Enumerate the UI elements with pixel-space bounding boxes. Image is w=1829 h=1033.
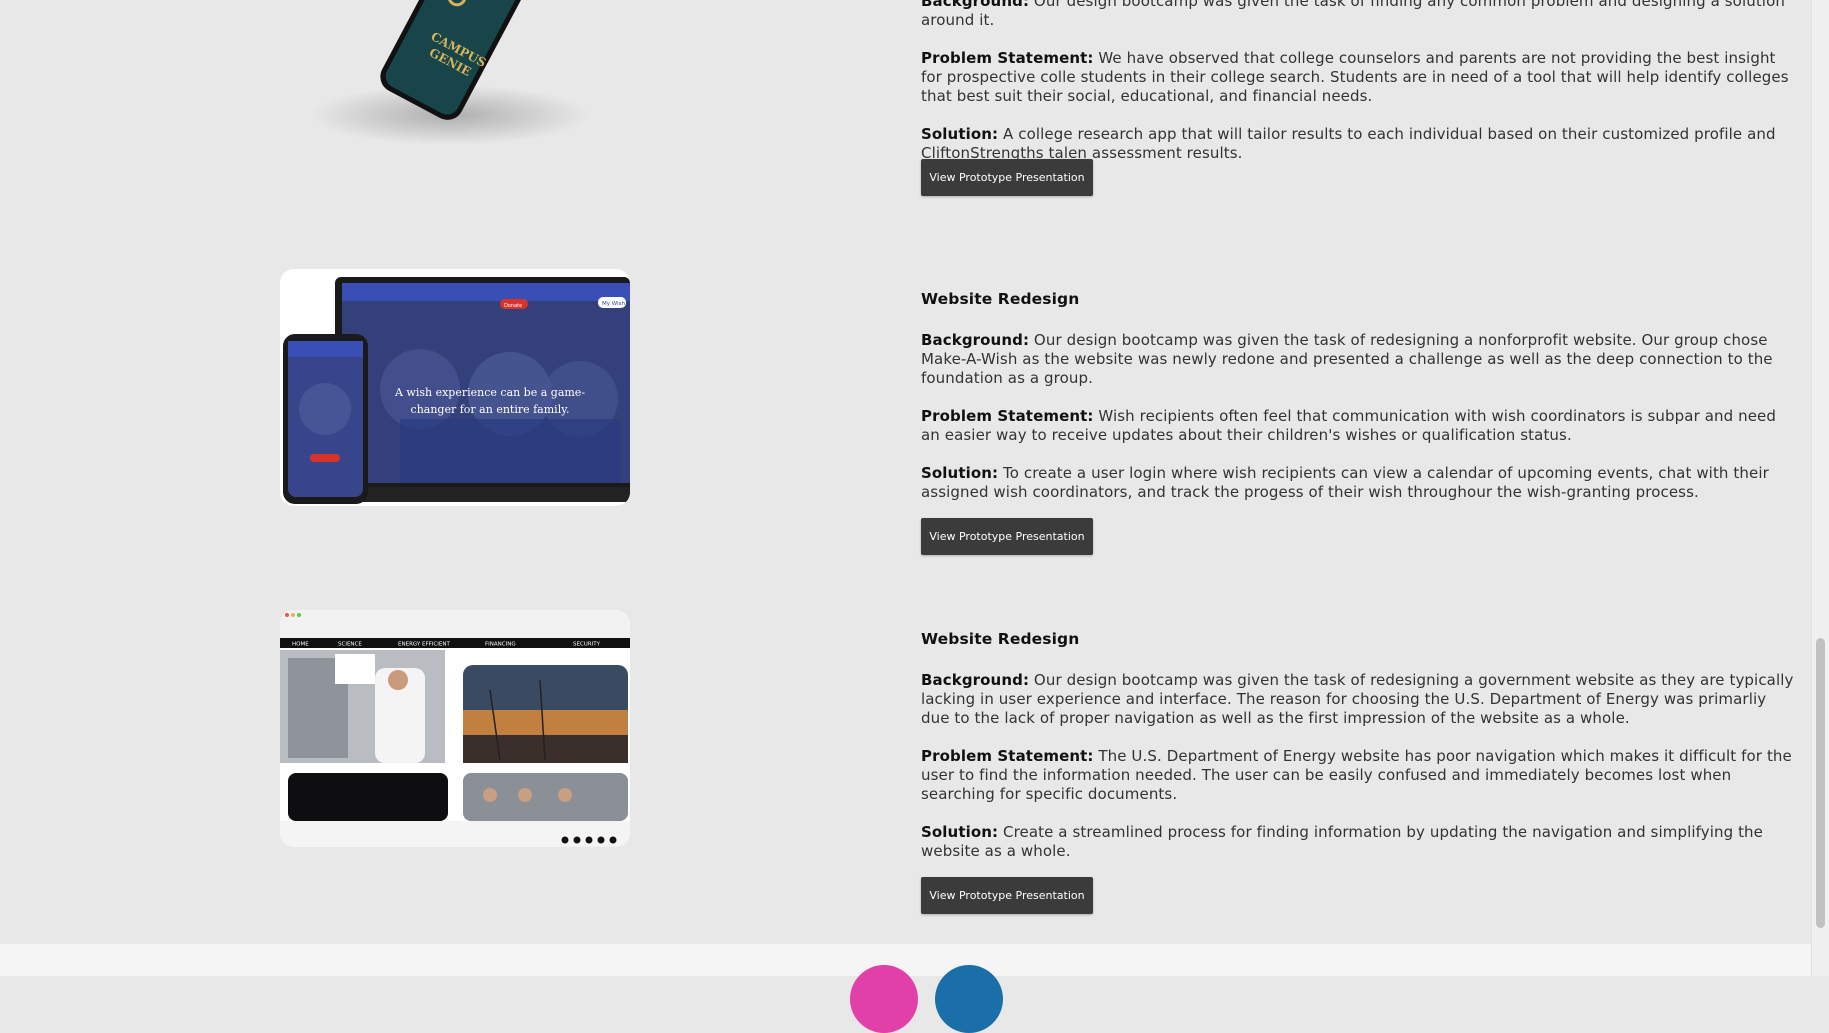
doe-nav-science: SCIENCE: [338, 642, 362, 648]
view-prototype-button-energy-gov[interactable]: View Prototype Presentation: [921, 877, 1093, 914]
footer: [0, 944, 1812, 976]
project-energy-gov-image: HOME SCIENCE ENERGY EFFICIENT FINANCING …: [280, 610, 630, 847]
scrollbar-thumb[interactable]: [1816, 638, 1825, 928]
doe-nav-financing: FINANCING: [485, 642, 516, 648]
project3-solution: Solution: Create a streamlined process f…: [921, 823, 1763, 860]
project2-background: Background: Our design bootcamp was give…: [921, 331, 1773, 387]
doe-nav-energy: ENERGY EFFICIENT: [398, 642, 450, 648]
portfolio-page: CAMPUS GENIE Background: Our design boot…: [0, 0, 1812, 1033]
project1-problem: Problem Statement: We have observed that…: [921, 49, 1789, 105]
project2-title: Website Redesign: [921, 290, 1080, 308]
project1-solution: Solution: A college research app that wi…: [921, 125, 1776, 162]
project3-description: Website Redesign Background: Our design …: [921, 630, 1794, 861]
page-scrollbar[interactable]: [1811, 0, 1829, 976]
project1-background: Background: Our design bootcamp was give…: [921, 0, 1785, 29]
project2-problem: Problem Statement: Wish recipients often…: [921, 407, 1776, 444]
mockup-mywish-text: My Wish: [602, 301, 625, 307]
project2-solution: Solution: To create a user login where w…: [921, 464, 1769, 501]
project3-problem: Problem Statement: The U.S. Department o…: [921, 747, 1792, 803]
project2-description: Website Redesign Background: Our design …: [921, 290, 1794, 502]
doe-nav-home: HOME: [292, 642, 309, 648]
project1-description: Background: Our design bootcamp was give…: [921, 0, 1794, 163]
project-make-a-wish-image: Donate My Wish A wish experience can be …: [280, 269, 630, 506]
project3-background: Background: Our design bootcamp was give…: [921, 671, 1794, 727]
mockup-headline: A wish experience can be a game-changer …: [394, 386, 586, 416]
project3-title: Website Redesign: [921, 630, 1080, 648]
project-campus-genie-image: CAMPUS GENIE: [280, 0, 630, 150]
social-link-pink[interactable]: [850, 965, 918, 1033]
mockup-donate-text: Donate: [504, 303, 522, 309]
view-prototype-button-make-a-wish[interactable]: View Prototype Presentation: [921, 518, 1093, 555]
doe-nav-security: SECURITY: [573, 642, 601, 648]
view-prototype-button-campus-genie[interactable]: View Prototype Presentation: [921, 159, 1093, 196]
social-link-blue[interactable]: [935, 965, 1003, 1033]
